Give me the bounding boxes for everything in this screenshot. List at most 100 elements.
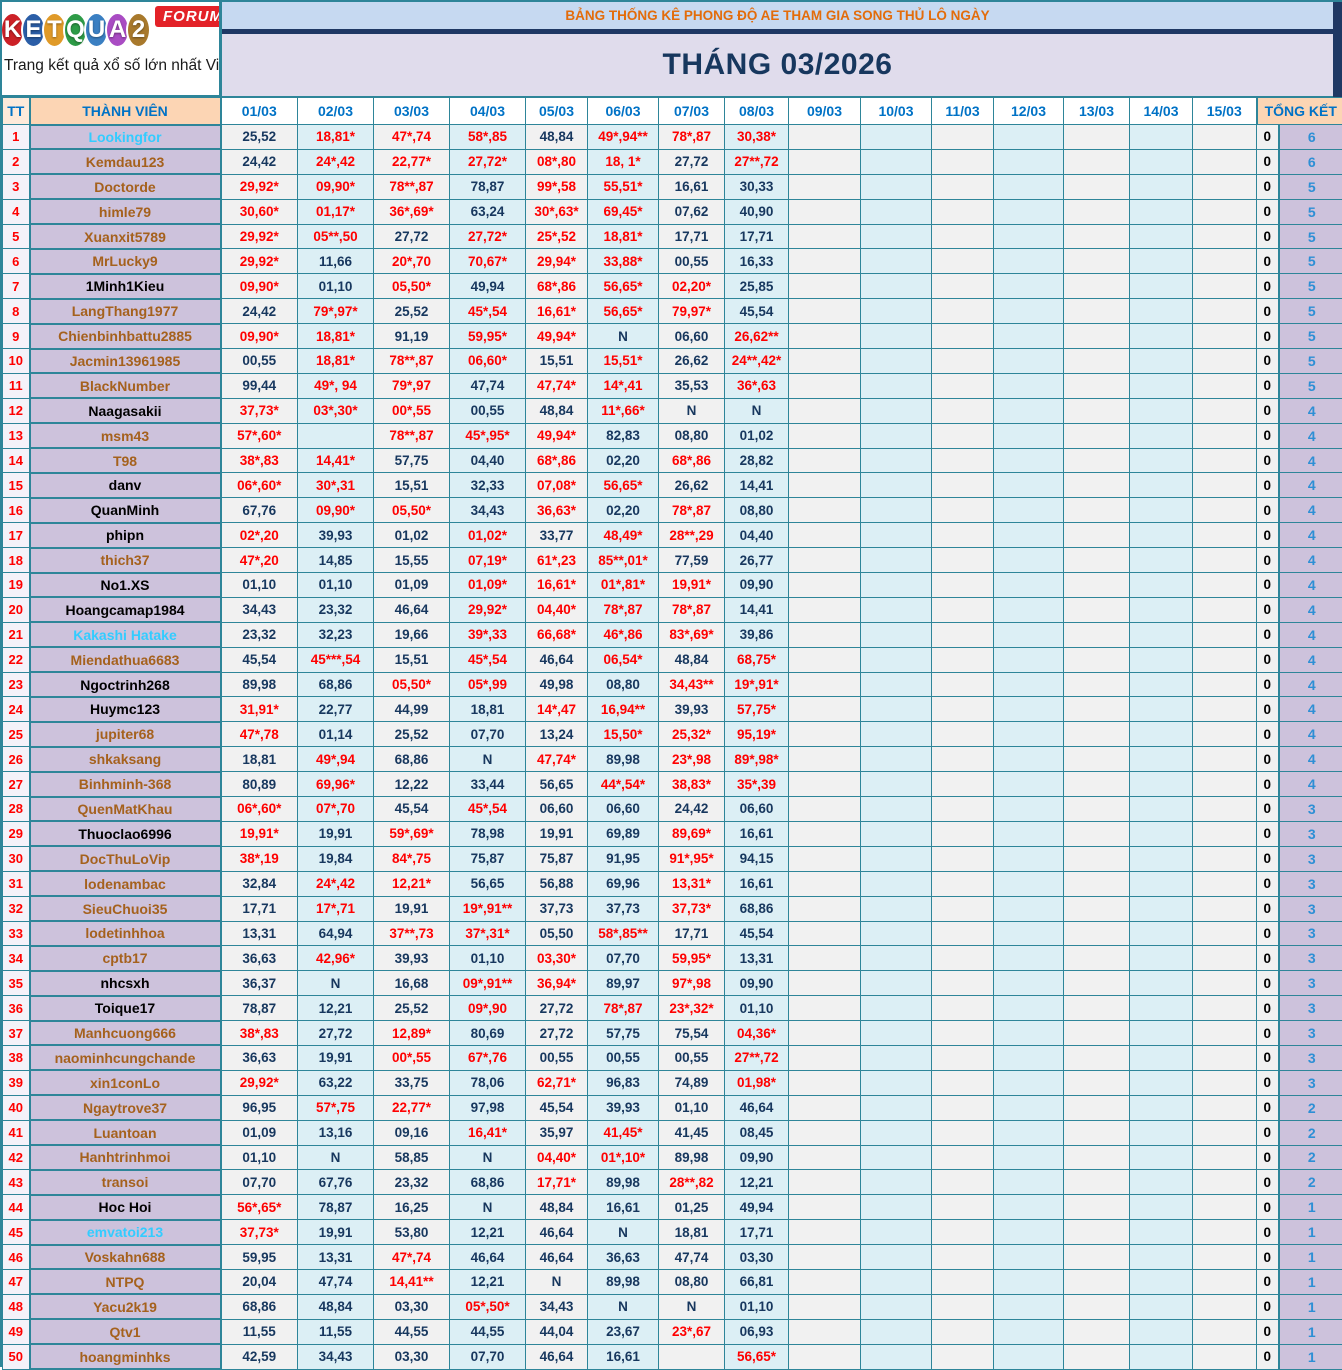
member-name-cell[interactable]: Toique17 [30, 996, 221, 1021]
value-cell [932, 1220, 994, 1245]
value-cell [1193, 299, 1257, 324]
member-name-cell[interactable]: Yacu2k19 [30, 1294, 221, 1319]
member-name-cell[interactable]: Xuanxit5789 [30, 224, 221, 249]
member-name-cell[interactable]: jupiter68 [30, 722, 221, 747]
member-name-cell[interactable]: Lookingfor [30, 125, 221, 150]
member-name-cell[interactable]: phipn [30, 523, 221, 548]
member-name-cell[interactable]: Voskahn688 [30, 1245, 221, 1270]
member-name-cell[interactable]: nhcsxh [30, 971, 221, 996]
member-name-cell[interactable]: himle79 [30, 199, 221, 224]
member-name-cell[interactable]: thich37 [30, 548, 221, 573]
member-name-cell[interactable]: msm43 [30, 423, 221, 448]
member-name-cell[interactable]: danv [30, 473, 221, 498]
value-cell: 84*,75 [374, 846, 450, 871]
member-name-cell[interactable]: cptb17 [30, 946, 221, 971]
value-cell: 01,02 [374, 523, 450, 548]
member-name-cell[interactable]: Doctorde [30, 174, 221, 199]
value-cell [861, 373, 932, 398]
value-cell [1130, 149, 1193, 174]
value-cell: 55,51* [588, 174, 659, 199]
member-name-cell[interactable]: transoi [30, 1170, 221, 1195]
member-name-cell[interactable]: BlackNumber [30, 373, 221, 398]
value-cell [861, 846, 932, 871]
member-name-cell[interactable]: Kemdau123 [30, 149, 221, 174]
value-cell: 29,92* [221, 174, 298, 199]
member-name-cell[interactable]: Huymc123 [30, 697, 221, 722]
member-name-cell[interactable]: Thuoclao6996 [30, 821, 221, 846]
value-cell [861, 871, 932, 896]
member-name-cell[interactable]: Kakashi Hatake [30, 622, 221, 647]
total-cell: 3 [1279, 871, 1342, 896]
member-name-cell[interactable]: Jacmin13961985 [30, 349, 221, 374]
member-name-cell[interactable]: LangThang1977 [30, 299, 221, 324]
zero-cell: 0 [1257, 797, 1279, 822]
member-name-cell[interactable]: T98 [30, 448, 221, 473]
value-cell: 29,92* [221, 249, 298, 274]
value-cell [932, 672, 994, 697]
value-cell [994, 125, 1064, 150]
member-name-cell[interactable]: DocThuLoVip [30, 846, 221, 871]
member-name-cell[interactable]: Miendathua6683 [30, 647, 221, 672]
member-name-cell[interactable]: xin1conLo [30, 1070, 221, 1095]
value-cell [1064, 274, 1130, 299]
value-cell: 79*,97* [298, 299, 374, 324]
member-name-cell[interactable]: QuenMatKhau [30, 797, 221, 822]
total-cell: 1 [1279, 1220, 1342, 1245]
member-name-cell[interactable]: lodenambac [30, 871, 221, 896]
table-row: 14T9838*,8314,41*57,7504,4068*,8602,2068… [3, 448, 1342, 473]
total-cell: 4 [1279, 622, 1342, 647]
value-cell [1064, 1220, 1130, 1245]
value-cell: 39*,33 [450, 622, 526, 647]
row-index-cell: 48 [3, 1294, 30, 1319]
member-name-cell[interactable]: Manhcuong666 [30, 1021, 221, 1046]
member-name-cell[interactable]: lodetinhhoa [30, 921, 221, 946]
row-index-cell: 45 [3, 1220, 30, 1245]
member-name-cell[interactable]: naominhcungchande [30, 1045, 221, 1070]
member-name-cell[interactable]: Chienbinhbattu2885 [30, 324, 221, 349]
member-name-cell[interactable]: Naagasakii [30, 398, 221, 423]
member-name-cell[interactable]: QuanMinh [30, 498, 221, 523]
member-name-cell[interactable]: Hanhtrinhmoi [30, 1145, 221, 1170]
value-cell: 17,71* [526, 1170, 588, 1195]
member-name-cell[interactable]: No1.XS [30, 573, 221, 598]
member-name-cell[interactable]: Hoc Hoi [30, 1195, 221, 1220]
row-index-cell: 49 [3, 1319, 30, 1344]
site-logo[interactable]: KETQUA2 FORUM Trang kết quả xổ số lớn nh… [2, 2, 222, 97]
value-cell [1130, 423, 1193, 448]
total-cell: 6 [1279, 125, 1342, 150]
value-cell: 24*,42 [298, 149, 374, 174]
member-name-cell[interactable]: hoangminhks [30, 1344, 221, 1369]
table-row: 35nhcsxh36,37N16,6809*,91**36,94*89,9797… [3, 971, 1342, 996]
member-name-cell[interactable]: NTPQ [30, 1269, 221, 1294]
zero-cell: 0 [1257, 1120, 1279, 1145]
member-name-cell[interactable]: Binhminh-368 [30, 772, 221, 797]
member-name-cell[interactable]: Ngoctrinh268 [30, 672, 221, 697]
value-cell [1193, 871, 1257, 896]
value-cell [1193, 622, 1257, 647]
value-cell: 42,59 [221, 1344, 298, 1369]
value-cell [1064, 647, 1130, 672]
member-name-cell[interactable]: MrLucky9 [30, 249, 221, 274]
value-cell: 17,71 [725, 1220, 789, 1245]
value-cell [1064, 398, 1130, 423]
member-name-cell[interactable]: 1Minh1Kieu [30, 274, 221, 299]
month-title: THÁNG 03/2026 [663, 48, 893, 82]
value-cell [994, 349, 1064, 374]
member-name-cell[interactable]: emvatoi213 [30, 1220, 221, 1245]
value-cell [1193, 1195, 1257, 1220]
member-name-cell[interactable]: Ngaytrove37 [30, 1095, 221, 1120]
member-name-cell[interactable]: Luantoan [30, 1120, 221, 1145]
value-cell [1193, 373, 1257, 398]
value-cell: 14*,41 [588, 373, 659, 398]
value-cell: 47*,74 [374, 1245, 450, 1270]
row-index-cell: 8 [3, 299, 30, 324]
value-cell: 58*,85 [450, 125, 526, 150]
member-name-cell[interactable]: SieuChuoi35 [30, 896, 221, 921]
value-cell [1130, 125, 1193, 150]
value-cell: 32,84 [221, 871, 298, 896]
value-cell [1064, 548, 1130, 573]
value-cell [994, 149, 1064, 174]
member-name-cell[interactable]: shkaksang [30, 747, 221, 772]
member-name-cell[interactable]: Qtv1 [30, 1319, 221, 1344]
member-name-cell[interactable]: Hoangcamap1984 [30, 597, 221, 622]
